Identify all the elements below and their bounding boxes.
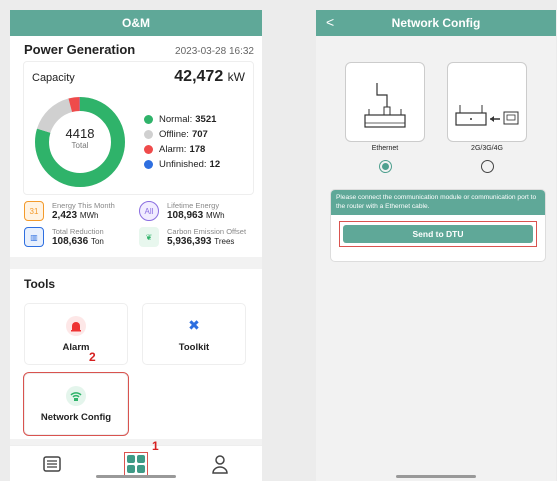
toolkit-label: Toolkit (178, 341, 210, 353)
capacity-label: Capacity (32, 72, 75, 84)
network-config-header: < Network Config (316, 10, 556, 36)
all-icon: All (139, 201, 159, 221)
grid-apps-icon (127, 454, 145, 473)
power-generation-card: Power Generation 2023-03-28 16:32 Capaci… (10, 36, 262, 257)
legend-value: 12 (209, 159, 221, 170)
stat-energy-this-month: 31 Energy This Month 2,423 MWh (24, 201, 139, 221)
tab-list[interactable] (41, 453, 63, 475)
stat-unit: Ton (90, 237, 104, 246)
home-indicator (96, 475, 176, 478)
stat-label: Carbon Emission Offset (167, 227, 247, 236)
power-generation-title: Power Generation (24, 42, 136, 57)
stat-value: 108,636 (52, 236, 89, 247)
cellular-label: 2G/3G/4G (471, 145, 503, 152)
toolkit-tool-button[interactable]: ✖ Toolkit (142, 303, 246, 365)
bottom-tab-bar: 1 (10, 439, 262, 481)
stat-label: Lifetime Energy (167, 201, 220, 210)
annotation-1: 1 (152, 438, 159, 453)
status-legend: Normal: 3521 Offline: 707 Alarm: 178 Unfinishe… (144, 110, 220, 174)
legend-item-unfinished: Unfinished: 12 (144, 159, 220, 170)
tab-apps[interactable]: 1 (124, 439, 159, 476)
legend-item-normal: Normal: 3521 (144, 114, 220, 125)
stat-value: 108,963 (167, 210, 204, 221)
alarm-siren-icon (66, 315, 86, 336)
capacity-value: 42,472 (174, 68, 224, 85)
send-button-highlight: Send to DTU (339, 221, 537, 248)
stats-grid: 31 Energy This Month 2,423 MWh All Lifetime … (10, 195, 262, 253)
om-screen: O&M Power Generation 2023-03-28 16:32 Ca… (10, 10, 262, 481)
stat-label: Energy This Month (52, 201, 115, 210)
tools-section: Tools Alarm 2 ✖ Toolkit Network Config (10, 269, 262, 439)
tab-profile[interactable] (209, 453, 231, 475)
network-config-screen: < Network Config Ethernet 2G/3G/4G Pleas… (316, 10, 556, 481)
alarm-tool-button[interactable]: Alarm 2 (24, 303, 128, 365)
alarm-label: Alarm (62, 341, 90, 353)
instruction-card: Please connect the communication module … (330, 189, 546, 263)
cellular-router-icon (455, 105, 519, 126)
legend-item-offline: Offline: 707 (144, 129, 220, 140)
instruction-message: Please connect the communication module … (331, 190, 545, 216)
stat-label: Total Reduction (52, 227, 104, 236)
network-config-tool-button[interactable]: Network Config (23, 372, 129, 436)
legend-label: Alarm: (159, 144, 187, 155)
factory-icon: ▥ (24, 227, 44, 247)
network-config-label: Network Config (40, 411, 112, 423)
ethernet-option[interactable]: Ethernet (345, 62, 425, 173)
om-title: O&M (122, 16, 150, 30)
status-dot-icon (144, 145, 153, 154)
legend-value: 178 (189, 144, 206, 155)
stat-carbon-emission-offset: ❦ Carbon Emission Offset 5,936,393 Trees (139, 227, 254, 247)
cellular-option[interactable]: 2G/3G/4G (447, 62, 527, 173)
calendar-icon: 31 (24, 201, 44, 221)
stat-unit: Trees (214, 237, 235, 246)
user-icon (212, 454, 228, 474)
wifi-icon (66, 385, 86, 406)
status-dot-icon (144, 115, 153, 124)
annotation-2: 2 (89, 350, 96, 364)
tree-icon: ❦ (139, 227, 159, 247)
stat-unit: MWh (205, 211, 225, 220)
status-donut-chart: 4418 Total (32, 94, 128, 190)
total-label: Total (71, 141, 89, 150)
total-count: 4418 (65, 126, 95, 141)
tools-title: Tools (24, 277, 56, 291)
om-header: O&M (10, 10, 262, 36)
legend-value: 707 (191, 129, 208, 140)
stat-value: 2,423 (52, 210, 78, 221)
legend-label: Normal: (159, 114, 193, 125)
legend-item-alarm: Alarm: 178 (144, 144, 220, 155)
back-icon[interactable]: < (326, 14, 334, 30)
stat-lifetime-energy: All Lifetime Energy 108,963 MWh (139, 201, 254, 221)
legend-label: Unfinished: (159, 159, 207, 170)
capacity-unit: kW (227, 70, 245, 84)
timestamp: 2023-03-28 16:32 (175, 46, 254, 57)
capacity-panel[interactable]: Capacity 42,472 kW 4418 Total Normal: 352… (23, 61, 254, 195)
send-to-dtu-button[interactable]: Send to DTU (343, 225, 533, 244)
stat-total-reduction: ▥ Total Reduction 108,636 Ton (24, 227, 139, 247)
stat-unit: MWh (79, 211, 99, 220)
status-dot-icon (144, 160, 153, 169)
ethernet-router-icon (364, 83, 406, 128)
legend-value: 3521 (195, 114, 217, 125)
network-config-title: Network Config (391, 16, 481, 30)
legend-label: Offline: (159, 129, 189, 140)
ethernet-radio[interactable] (378, 160, 392, 173)
cellular-radio[interactable] (480, 160, 494, 173)
list-icon (43, 455, 61, 472)
status-dot-icon (144, 130, 153, 139)
toolkit-icon: ✖ (188, 317, 200, 333)
ethernet-label: Ethernet (371, 145, 399, 152)
connection-options: Ethernet 2G/3G/4G (316, 62, 556, 173)
stat-value: 5,936,393 (167, 236, 212, 247)
home-indicator (396, 475, 476, 478)
